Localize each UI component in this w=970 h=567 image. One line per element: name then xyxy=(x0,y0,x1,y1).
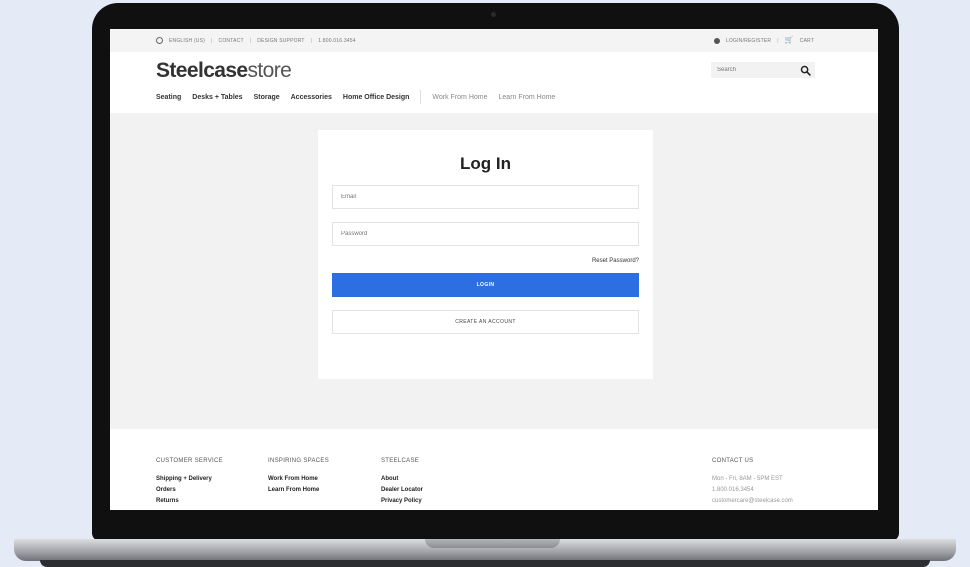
footer-contact-us: CONTACT US Mon - Fri, 8AM - 5PM EST 1.80… xyxy=(712,458,793,509)
email-field[interactable] xyxy=(332,185,639,209)
reset-password-link[interactable]: Reset Password? xyxy=(592,258,639,264)
login-title: Log In xyxy=(460,154,511,173)
brand-suffix: store xyxy=(247,59,292,82)
utility-bar: ENGLISH (US) | CONTACT | DESIGN SUPPORT … xyxy=(110,29,878,52)
footer-link-about[interactable]: About xyxy=(381,476,423,482)
user-icon xyxy=(713,37,720,44)
laptop-notch xyxy=(425,539,560,548)
utility-right: LOGIN/REGISTER | 🛒 CART xyxy=(713,37,814,44)
separator: | xyxy=(310,37,313,44)
login-card: Log In Reset Password? LOGIN CREATE AN A… xyxy=(318,130,653,379)
utility-left: ENGLISH (US) | CONTACT | DESIGN SUPPORT … xyxy=(156,37,356,44)
brand-logo[interactable]: Steelcasestore xyxy=(156,59,292,83)
footer-heading: INSPIRING SPACES xyxy=(268,458,330,464)
design-support-link[interactable]: DESIGN SUPPORT xyxy=(257,38,304,44)
footer-link-returns[interactable]: Returns xyxy=(156,498,223,504)
language-selector[interactable]: ENGLISH (US) xyxy=(169,38,205,44)
search-box xyxy=(711,62,815,78)
nav-item-learn-from-home[interactable]: Learn From Home xyxy=(499,94,556,101)
separator: | xyxy=(777,37,779,44)
nav-item-storage[interactable]: Storage xyxy=(254,94,280,101)
nav-item-work-from-home[interactable]: Work From Home xyxy=(432,94,487,101)
nav-item-accessories[interactable]: Accessories xyxy=(291,94,332,101)
search-input[interactable] xyxy=(711,62,797,78)
login-register-link[interactable]: LOGIN/REGISTER xyxy=(726,38,771,44)
cart-link[interactable]: CART xyxy=(800,38,814,44)
footer-heading: CONTACT US xyxy=(712,458,754,464)
footer-email[interactable]: customercare@steelcase.com xyxy=(712,498,793,504)
footer-link-dealer-locator[interactable]: Dealer Locator xyxy=(381,487,423,493)
camera-dot xyxy=(491,12,496,17)
footer-customer-service: CUSTOMER SERVICE Shipping + Delivery Ord… xyxy=(156,458,223,509)
login-button[interactable]: LOGIN xyxy=(332,273,639,297)
nav-item-desks-tables[interactable]: Desks + Tables xyxy=(192,94,242,101)
main-nav: Seating Desks + Tables Storage Accessori… xyxy=(156,90,566,104)
password-field[interactable] xyxy=(332,222,639,246)
main-content: Log In Reset Password? LOGIN CREATE AN A… xyxy=(110,113,878,429)
footer-link-work-from-home[interactable]: Work From Home xyxy=(268,476,329,482)
footer-phone[interactable]: 1.800.016.3454 xyxy=(712,487,793,493)
cart-icon[interactable]: 🛒 xyxy=(785,37,794,44)
separator: | xyxy=(211,37,213,44)
footer-heading: CUSTOMER SERVICE xyxy=(156,458,223,464)
footer-link-learn-from-home[interactable]: Learn From Home xyxy=(268,487,329,493)
footer: CUSTOMER SERVICE Shipping + Delivery Ord… xyxy=(110,429,878,510)
footer-link-orders[interactable]: Orders xyxy=(156,487,223,493)
nav-item-seating[interactable]: Seating xyxy=(156,94,181,101)
search-icon[interactable] xyxy=(800,65,811,76)
footer-steelcase: STEELCASE About Dealer Locator Privacy P… xyxy=(381,458,423,509)
contact-link[interactable]: CONTACT xyxy=(219,38,244,44)
laptop-shadow xyxy=(40,560,930,567)
browser-screen: ENGLISH (US) | CONTACT | DESIGN SUPPORT … xyxy=(110,29,878,510)
footer-inspiring-spaces: INSPIRING SPACES Work From Home Learn Fr… xyxy=(268,458,329,498)
separator: | xyxy=(249,37,252,44)
nav-divider xyxy=(420,90,422,104)
create-account-button[interactable]: CREATE AN ACCOUNT xyxy=(332,310,639,334)
brand-name: Steelcase xyxy=(156,59,248,82)
globe-icon xyxy=(156,37,163,44)
footer-heading: STEELCASE xyxy=(381,458,420,464)
nav-item-home-office-design[interactable]: Home Office Design xyxy=(343,94,410,101)
phone-number[interactable]: 1.800.016.3454 xyxy=(318,38,356,44)
footer-link-privacy-policy[interactable]: Privacy Policy xyxy=(381,498,423,504)
footer-hours: Mon - Fri, 8AM - 5PM EST xyxy=(712,476,783,482)
footer-link-shipping[interactable]: Shipping + Delivery xyxy=(156,476,223,482)
